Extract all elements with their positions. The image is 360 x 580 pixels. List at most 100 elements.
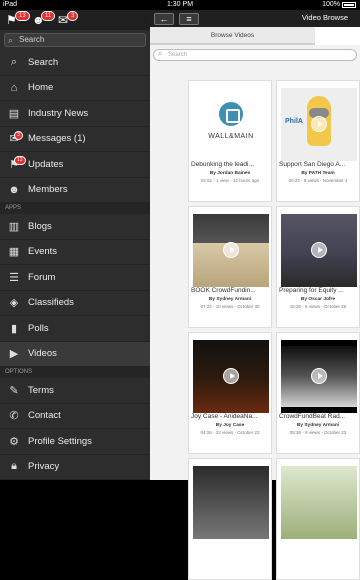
video-thumbnail [193,466,269,539]
play-icon[interactable] [311,116,327,132]
sidebar-item-members[interactable]: ☻ Members [0,178,150,203]
wallmain-logo-text: WALL&MAIN [208,133,254,140]
sidebar-item-privacy[interactable]: 🔒︎ Privacy [0,455,150,480]
sidebar-item-label: Terms [28,384,54,396]
play-icon[interactable] [223,368,239,384]
sidebar-item-label: Classifieds [28,297,74,309]
notification-bar: ⚑ 13 ☻ 11 ✉ 3 [0,10,150,30]
video-author: By Oscar Jofre [300,297,336,302]
sidebar-item-profile-settings[interactable]: ⚙ Profile Settings [0,429,150,455]
sidebar-item-label: Updates [28,158,64,170]
sidebar-item-label: Events [28,246,58,258]
video-thumbnail [281,214,357,287]
play-icon[interactable] [311,368,327,384]
sidebar-item-label: Forum [28,271,56,283]
sidebar-item-home[interactable]: ⌂ Home [0,76,150,101]
sidebar-item-label: Videos [28,348,57,360]
video-search-input[interactable]: Search [153,49,357,61]
video-author: By Sydney Armani [296,423,340,428]
sidebar-item-label: Messages (1) [28,133,86,145]
back-arrow-icon: ← [159,13,169,24]
video-card[interactable]: WALL&MAIN Debunking the leadi... By Jord… [188,80,272,202]
clock: 1:30 PM [166,1,194,8]
lock-icon: 🔒︎ [11,460,17,473]
battery-percent: 100% [322,1,340,8]
phone-icon: ✆ [9,410,19,423]
tab-filler [315,27,360,45]
sidebar-item-videos[interactable]: ▶ Videos [0,341,150,367]
sidebar-item-terms[interactable]: ✎ Terms [0,378,150,404]
video-title: Joy Case - AnideaNa... [191,413,258,420]
video-meta: 00:23 - 8 views - November 4 [288,178,348,183]
search-icon: ⌕ [10,55,18,68]
video-card[interactable]: CrowdFundBeat Rad... By Sydney Armani 05… [276,332,360,454]
video-card[interactable] [188,458,272,580]
video-author: By Joy Case [215,423,245,428]
play-icon[interactable] [223,242,239,258]
terms-icon: ✎ [9,384,19,397]
sidebar-search-input[interactable]: Search [4,33,146,47]
menu-icon: ≡ [186,13,192,24]
sidebar-item-messages[interactable]: ✉ 3 Messages (1) [0,127,150,152]
sidebar-item-label: Search [28,56,59,68]
video-card[interactable] [276,458,360,580]
sidebar-item-blogs[interactable]: ▥ Blogs [0,214,150,240]
play-icon[interactable] [311,242,327,258]
book-icon: ▥ [8,220,20,233]
sidebar-item-label: Profile Settings [28,435,92,447]
video-card[interactable]: Joy Case - AnideaNa... By Joy Case 04:26… [188,332,272,454]
chat-icon[interactable]: ✉ 3 [58,11,79,27]
video-thumbnail [281,340,357,413]
video-search-row: Search [150,45,360,65]
poll-icon: ▮ [10,322,18,335]
sidebar-item-industry-news[interactable]: ▤ Industry News [0,101,150,127]
messages-badge: 3 [14,130,23,140]
back-button[interactable]: ← [154,12,174,25]
video-meta: 04:26 - 22 views - October 23 [200,430,260,435]
status-bar: iPad 1:30 PM 100% [0,0,360,10]
forum-icon: ☰ [9,271,19,284]
group-icon[interactable]: ☻ 11 [32,11,56,27]
video-thumbnail [193,214,269,287]
video-author: By Sydney Armani [208,297,252,302]
video-thumbnail [193,340,269,413]
sidebar-item-label: Members [28,184,68,196]
sidebar-item-label: Industry News [28,107,89,119]
sidebar-item-forum[interactable]: ☰ Forum [0,265,150,291]
video-thumbnail: WALL&MAIN [193,88,269,161]
video-meta: 05:36 - 9 views - October 23 [289,430,347,435]
video-card[interactable]: Preparing for Equity ... By Oscar Jofre … [276,206,360,328]
sidebar-item-label: Polls [28,322,49,334]
sidebar-item-updates[interactable]: ⚑ 13 Updates [0,152,150,178]
flag-badge: 13 [15,11,30,21]
video-meta: 07:22 - 10 views - October 30 [200,304,260,309]
phil-logo-text: PhilA [285,118,303,125]
video-title: BOOK CrowdFundin... [191,287,256,294]
sidebar-item-search[interactable]: ⌕ Search [0,50,150,76]
sidebar-item-polls[interactable]: ▮ Polls [0,316,150,342]
sidebar-item-contact[interactable]: ✆ Contact [0,404,150,429]
video-card[interactable]: BOOK CrowdFundin... By Sydney Armani 07:… [188,206,272,328]
menu-button[interactable]: ≡ [179,12,199,25]
video-title: Preparing for Equity ... [279,287,344,294]
tab-bar: Browse Videos [150,27,360,45]
group-badge: 11 [41,11,56,21]
members-icon: ☻ [8,183,20,196]
sidebar-item-events[interactable]: ▦ Events [0,240,150,265]
flag-icon[interactable]: ⚑ 13 [6,11,30,27]
video-title: Debunking the leadi... [191,161,254,168]
video-author: By Jordan Baines [209,171,251,176]
video-icon: ▶ [9,348,19,361]
gear-icon: ⚙ [9,435,19,448]
sidebar-item-classifieds[interactable]: ◈ Classifieds [0,291,150,316]
video-meta: 15:30 - 8 views - October 26 [289,304,347,309]
sidebar-item-label: Privacy [28,461,60,473]
wallmain-logo: WALL&MAIN [193,88,269,161]
video-author: By PATH Team [301,171,335,176]
video-card[interactable]: PhilA Support San Diego A... By PATH Tea… [276,80,360,202]
battery-icon [342,2,356,8]
main-content: ← ≡ Browse Videos Search WALL&MAIN Debun… [150,10,360,580]
tab-browse-videos[interactable]: Browse Videos [150,27,315,45]
calendar-icon: ▦ [8,246,20,259]
video-title: CrowdFundBeat Rad... [279,413,346,420]
